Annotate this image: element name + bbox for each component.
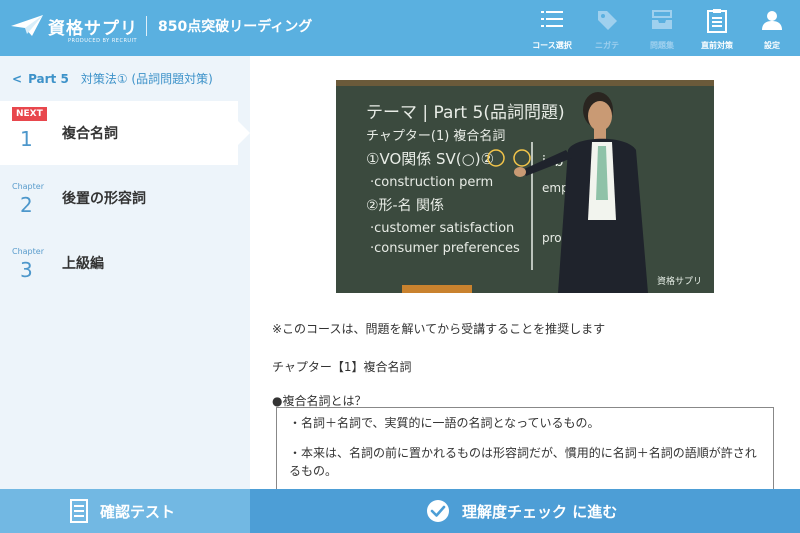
board-line: ②形-名 関係	[366, 198, 444, 214]
course-note: ※このコースは、問題を解いてから受講することを推奨します	[272, 322, 606, 336]
active-pointer	[238, 121, 250, 145]
board-line: ·customer satisfaction	[370, 221, 514, 236]
nav-settings[interactable]: 設定	[744, 0, 800, 56]
chapter-title: 複合名詞	[62, 126, 118, 142]
chapter-heading: チャプター【1】複合名詞	[272, 360, 412, 374]
chapter-title: 後置の形容詞	[62, 191, 146, 207]
list-icon	[541, 11, 563, 27]
nav-course-select[interactable]: コース選択	[524, 0, 580, 56]
definition-box: ・名詞＋名詞で、実質的に一語の名詞となっているもの。 ・本来は、名詞の前に置かれ…	[276, 407, 774, 489]
logo-text: 資格サプリ	[48, 19, 138, 39]
board-line: チャプター(1) 複合名詞	[366, 128, 505, 144]
nav-label: 直前対策	[701, 41, 733, 50]
nav-question-bank[interactable]: 問題集	[634, 0, 690, 56]
nav-label: コース選択	[532, 41, 572, 50]
document-icon	[70, 499, 88, 523]
nav-label: 問題集	[650, 41, 674, 50]
course-title: 850点突破リーディング	[158, 19, 313, 35]
board-line: ·consumer preferences	[370, 241, 520, 256]
chapter-item-3[interactable]: Chapter 3 上級編	[0, 231, 250, 295]
nav-label: 設定	[764, 41, 780, 50]
definition-line: ・名詞＋名詞で、実質的に一語の名詞となっているもの。	[289, 416, 600, 430]
board-line: ①VO関係 SV(○)②	[366, 150, 494, 168]
proceed-label: 理解度チェック に進む	[462, 503, 618, 521]
next-badge: NEXT	[12, 107, 47, 121]
lecture-video-frame: テーマ | Part 5(品詞問題) チャプター(1) 複合名詞 ①VO関係 S…	[336, 80, 714, 293]
chapter-number: 1	[20, 127, 33, 151]
board-line: ·construction perm	[370, 175, 493, 190]
video-watermark: 資格サプリ	[656, 277, 702, 287]
chapter-item-2[interactable]: Chapter 2 後置の形容詞	[0, 166, 250, 230]
chapter-caption: Chapter	[12, 247, 44, 256]
app-header: 資格サプリ PRODUCED BY RECRUIT 850点突破リーディング コ…	[0, 0, 800, 56]
nav-final-prep[interactable]: 直前対策	[689, 0, 745, 56]
chapter-sidebar: < Part 5 対策法① (品詞問題対策) NEXT 1 複合名詞 Chapter…	[0, 56, 250, 489]
tray-icon	[652, 10, 672, 29]
part-label: Part 5	[28, 72, 69, 86]
clipboard-icon	[707, 9, 727, 33]
chapter-title: 上級編	[62, 256, 104, 272]
confirmation-test-label: 確認テスト	[100, 503, 176, 521]
board-line: テーマ | Part 5(品詞問題)	[366, 103, 565, 123]
chapter-caption: Chapter	[12, 182, 44, 191]
chapter-number: 3	[20, 258, 33, 282]
user-icon	[762, 11, 782, 30]
app-logo[interactable]: 資格サプリ PRODUCED BY RECRUIT	[10, 12, 138, 46]
logo-paper-plane-icon	[11, 15, 43, 36]
part-title: 対策法① (品詞問題対策)	[80, 72, 213, 86]
lecture-video[interactable]: テーマ | Part 5(品詞問題) チャプター(1) 複合名詞 ①VO関係 S…	[336, 80, 714, 293]
nav-label: ニガテ	[595, 41, 619, 50]
proceed-to-check-button[interactable]: 理解度チェック に進む	[250, 489, 800, 533]
lesson-content: テーマ | Part 5(品詞問題) チャプター(1) 複合名詞 ①VO関係 S…	[250, 56, 800, 489]
check-circle-icon	[427, 500, 449, 522]
chevron-left-icon: <	[12, 72, 23, 86]
definition-line: ・本来は、名詞の前に置かれるものは形容詞だが、慣用的に名詞＋名詞の語順が許される…	[289, 446, 757, 478]
chapter-number: 2	[20, 193, 33, 217]
header-divider	[146, 16, 147, 36]
nav-weak-points[interactable]: ニガテ	[579, 0, 635, 56]
tag-icon	[598, 11, 617, 30]
confirmation-test-button[interactable]: 確認テスト	[0, 489, 250, 533]
chapter-item-1[interactable]: NEXT 1 複合名詞	[0, 101, 250, 165]
back-to-part-link[interactable]: < Part 5 対策法① (品詞問題対策)	[12, 70, 213, 87]
logo-subtext: PRODUCED BY RECRUIT	[68, 38, 138, 44]
